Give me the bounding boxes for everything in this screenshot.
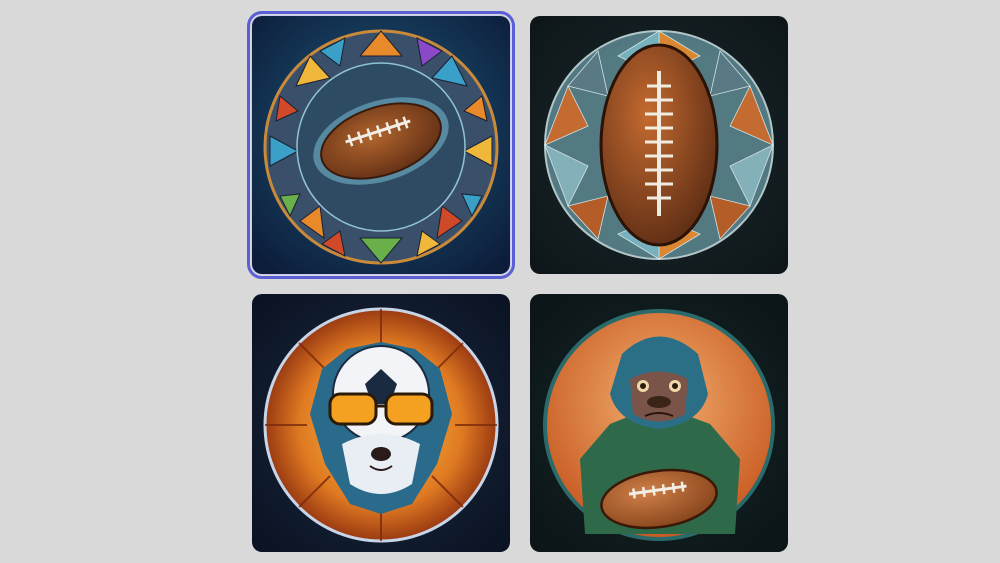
image-tile-football-orb[interactable]	[530, 16, 788, 274]
image-tile-gorilla-football[interactable]	[530, 294, 788, 552]
image-tile-otter-sunglasses[interactable]	[252, 294, 510, 552]
football-medallion-image	[252, 16, 510, 274]
otter-sunglasses-image	[252, 294, 510, 552]
gorilla-football-image	[530, 294, 788, 552]
football-orb-image	[530, 16, 788, 274]
image-tile-football-medallion[interactable]	[247, 11, 515, 279]
